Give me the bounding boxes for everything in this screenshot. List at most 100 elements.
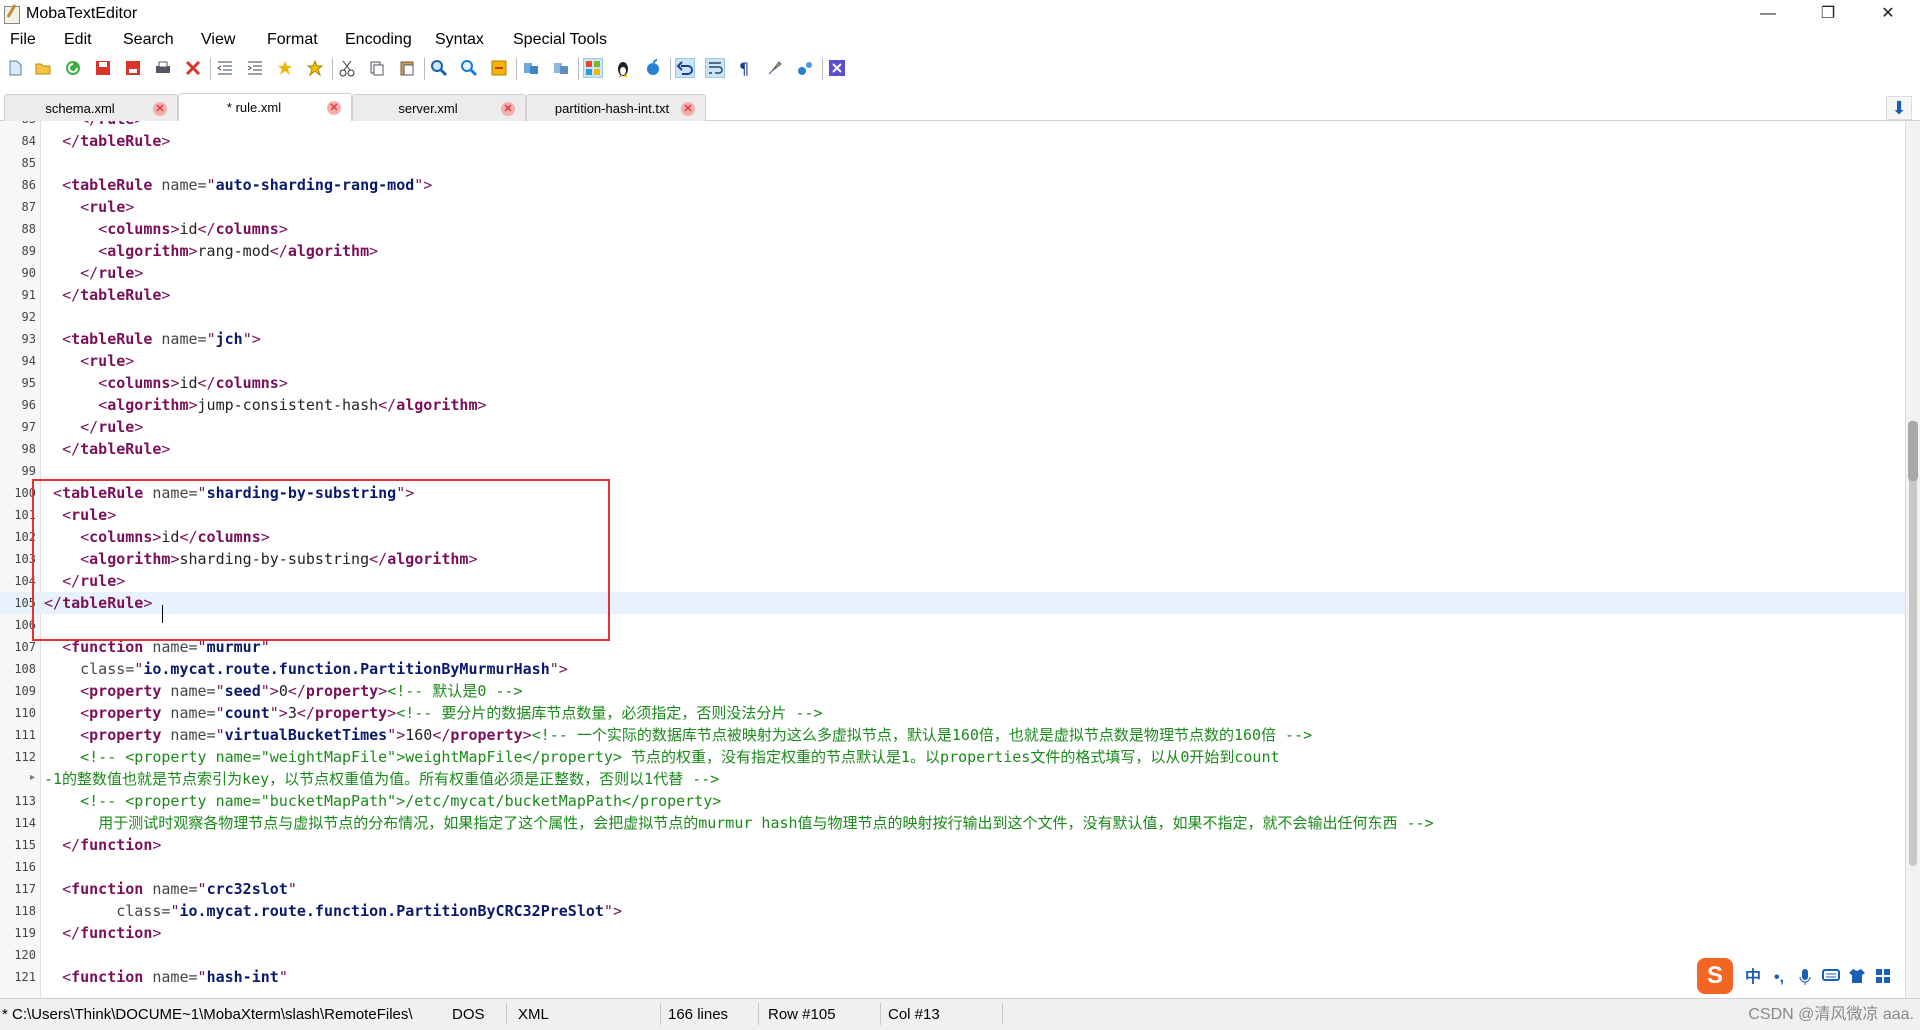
menu-special-tools[interactable]: Special Tools xyxy=(513,31,607,49)
code-token: </ xyxy=(80,121,98,128)
code-line[interactable]: 90 </rule> xyxy=(0,262,1905,284)
ime-chinese-toggle[interactable]: 中 xyxy=(1743,968,1763,988)
word-wrap-icon[interactable] xyxy=(705,58,725,78)
reload-icon[interactable] xyxy=(64,59,82,77)
save-all-icon[interactable] xyxy=(124,59,142,77)
ime-grid-icon[interactable] xyxy=(1873,968,1893,988)
menu-file[interactable]: File xyxy=(10,31,36,49)
close-button[interactable]: ✕ xyxy=(1865,0,1911,28)
code-line[interactable]: 98 </tableRule> xyxy=(0,438,1905,460)
keyboard-icon[interactable] xyxy=(1821,968,1841,988)
code-line[interactable]: 119 </function> xyxy=(0,922,1905,944)
find-next-icon[interactable] xyxy=(460,59,478,77)
code-line[interactable]: 109 <property name="seed">0</property><!… xyxy=(0,680,1905,702)
microphone-icon[interactable] xyxy=(1795,968,1815,988)
code-line[interactable]: 84 </tableRule> xyxy=(0,130,1905,152)
menu-bar: File Edit Search View Format Encoding Sy… xyxy=(0,28,1920,52)
find-icon[interactable] xyxy=(430,59,448,77)
line-number: 96 xyxy=(21,398,36,412)
compare-files-icon[interactable] xyxy=(552,59,570,77)
code-line[interactable]: ▸ -1的整数值也就是节点索引为key，以节点权重值为值。所有权重值必须是正整数，… xyxy=(0,768,1905,790)
code-line[interactable]: 112 <!-- <property name="weightMapFile">… xyxy=(0,746,1905,768)
vertical-scrollbar[interactable] xyxy=(1905,121,1920,998)
code-line[interactable]: 89 <algorithm>rang-mod</algorithm> xyxy=(0,240,1905,262)
settings-icon[interactable] xyxy=(796,59,814,77)
undo-icon[interactable] xyxy=(675,58,695,78)
code-line[interactable]: 114 用于测试时观察各物理节点与虚拟节点的分布情况，如果指定了这个属性，会把虚… xyxy=(0,812,1905,834)
code-line[interactable]: 97 </rule> xyxy=(0,416,1905,438)
scrollbar-thumb[interactable] xyxy=(1908,421,1918,481)
code-line[interactable]: 86 <tableRule name="auto-sharding-rang-m… xyxy=(0,174,1905,196)
exit-icon[interactable] xyxy=(828,59,846,77)
menu-edit[interactable]: Edit xyxy=(64,31,92,49)
code-line[interactable]: 92 xyxy=(0,306,1905,328)
mac-format-icon[interactable] xyxy=(644,59,662,77)
code-line[interactable]: 93 <tableRule name="jch"> xyxy=(0,328,1905,350)
menu-view[interactable]: View xyxy=(201,31,235,49)
tab-server-xml[interactable]: server.xml ✕ xyxy=(352,94,526,121)
code-line[interactable]: 83 </rule> xyxy=(0,121,1905,130)
code-line[interactable]: 88 <columns>id</columns> xyxy=(0,218,1905,240)
download-arrow-icon[interactable]: ⬇ xyxy=(1886,96,1912,120)
code-line[interactable]: 113 <!-- <property name="bucketMapPath">… xyxy=(0,790,1905,812)
linux-format-icon[interactable] xyxy=(614,59,632,77)
show-symbols-icon[interactable]: ¶ xyxy=(736,59,754,78)
code-token: " xyxy=(215,726,225,744)
indent-icon[interactable] xyxy=(246,59,264,77)
unindent-icon[interactable] xyxy=(216,59,234,77)
line-number: 100 xyxy=(14,486,36,500)
cut-icon[interactable] xyxy=(338,59,356,77)
maximize-button[interactable]: ❐ xyxy=(1805,0,1851,28)
print-icon[interactable] xyxy=(154,59,172,77)
code-line[interactable]: 91 </tableRule> xyxy=(0,284,1905,306)
code-line[interactable]: 95 <columns>id</columns> xyxy=(0,372,1905,394)
bookmark-icon[interactable] xyxy=(276,59,294,77)
line-number: 115 xyxy=(14,838,36,852)
tab-partition-hash-int-txt[interactable]: partition-hash-int.txt ✕ xyxy=(526,94,706,121)
code-token: function xyxy=(80,836,153,854)
code-line[interactable]: 110 <property name="count">3</property><… xyxy=(0,702,1905,724)
minimize-button[interactable]: — xyxy=(1745,0,1791,28)
code-line[interactable]: 87 <rule> xyxy=(0,196,1905,218)
code-line[interactable]: 108 class="io.mycat.route.function.Parti… xyxy=(0,658,1905,680)
skin-shirt-icon[interactable] xyxy=(1847,968,1867,988)
menu-encoding[interactable]: Encoding xyxy=(345,31,412,49)
code-line[interactable]: 111 <property name="virtualBucketTimes">… xyxy=(0,724,1905,746)
tab-rule-xml[interactable]: * rule.xml ✕ xyxy=(178,93,352,121)
menu-syntax[interactable]: Syntax xyxy=(435,31,484,49)
save-icon[interactable] xyxy=(94,59,112,77)
ime-punctuation-toggle[interactable]: •, xyxy=(1769,968,1789,988)
code-line[interactable]: 117 <function name="crc32slot" xyxy=(0,878,1905,900)
new-file-icon[interactable] xyxy=(6,59,24,77)
close-icon[interactable]: ✕ xyxy=(501,102,515,116)
code-line[interactable]: 94 <rule> xyxy=(0,350,1905,372)
replace-icon[interactable] xyxy=(490,59,508,77)
code-line[interactable]: 118 class="io.mycat.route.function.Parti… xyxy=(0,900,1905,922)
code-token: < xyxy=(98,220,108,238)
code-line[interactable]: 85 xyxy=(0,152,1905,174)
code-token: tableRule xyxy=(80,132,162,150)
code-line[interactable]: 115 </function> xyxy=(0,834,1905,856)
copy-icon[interactable] xyxy=(368,59,386,77)
highlight-icon[interactable] xyxy=(766,59,784,77)
code-line[interactable]: 120 xyxy=(0,944,1905,966)
close-icon[interactable]: ✕ xyxy=(681,102,695,116)
code-line[interactable]: 121 <function name="hash-int" xyxy=(0,966,1905,988)
code-token: > xyxy=(161,440,171,458)
windows-format-icon[interactable] xyxy=(583,58,603,78)
close-icon[interactable]: ✕ xyxy=(327,101,341,115)
code-line[interactable]: 116 xyxy=(0,856,1905,878)
ime-logo-icon[interactable]: S xyxy=(1697,958,1733,994)
close-icon[interactable]: ✕ xyxy=(153,102,167,116)
compare-icon[interactable] xyxy=(522,59,540,77)
code-editor[interactable]: 83 </rule>84 </tableRule>8586 <tableRule… xyxy=(0,121,1905,998)
close-file-icon[interactable] xyxy=(184,59,202,77)
paste-icon[interactable] xyxy=(398,59,416,77)
menu-search[interactable]: Search xyxy=(123,31,174,49)
next-bookmark-icon[interactable] xyxy=(306,59,324,77)
code-line[interactable]: 96 <algorithm>jump-consistent-hash</algo… xyxy=(0,394,1905,416)
open-folder-icon[interactable] xyxy=(34,59,52,77)
menu-format[interactable]: Format xyxy=(267,31,318,49)
tab-schema-xml[interactable]: schema.xml ✕ xyxy=(4,94,178,121)
